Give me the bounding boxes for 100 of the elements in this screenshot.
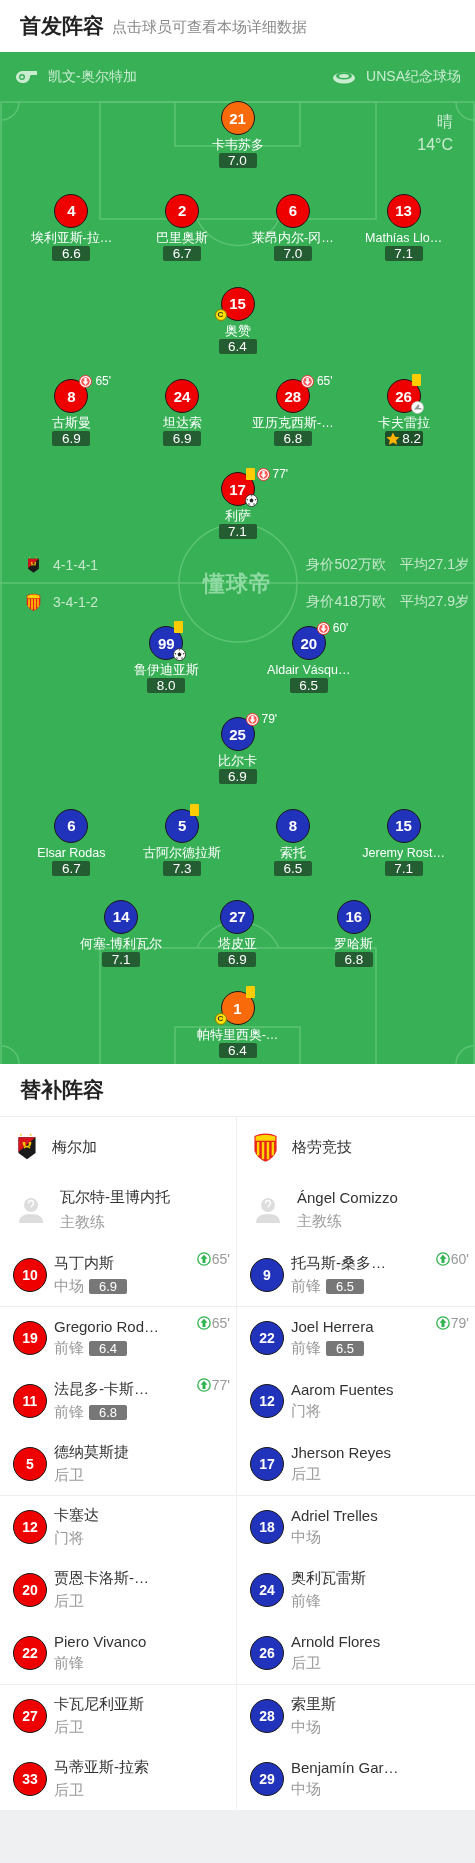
player-name: 马蒂亚斯-拉索 [54, 1757, 149, 1777]
pitch-logo: 懂球帝 [203, 570, 272, 598]
player-name: 卡韦苏多 [211, 137, 264, 153]
team-name: 格劳竞技 [292, 1137, 352, 1157]
player-name: 巴里奥斯 [156, 229, 209, 246]
player-marker[interactable]: 33 [13, 1761, 47, 1796]
player-marker[interactable]: 11 [13, 1383, 47, 1418]
coach-name: Ángel Comizzo [297, 1189, 398, 1206]
player-name: 索里斯 [291, 1695, 336, 1714]
player-rating: 6.5 [289, 678, 328, 693]
player-rating: 6.4 [218, 338, 257, 354]
market-value: 身价418万欧 [306, 593, 386, 611]
player-rating: 6.5 [326, 1341, 364, 1356]
substitution-in-icon [435, 1252, 450, 1266]
player-marker[interactable]: 21 [220, 101, 255, 135]
player-position: 门将 [291, 1401, 321, 1421]
player-marker[interactable]: 6 [54, 808, 89, 843]
substitution-minute: 79' [450, 1315, 469, 1331]
referee-name: 凯文-奥尔特加 [48, 67, 137, 86]
substitution-in-icon [435, 1316, 450, 1330]
player-marker[interactable]: 5 [13, 1446, 47, 1481]
player-marker[interactable]: 5 [165, 808, 200, 843]
player-rating: 7.3 [163, 860, 202, 876]
player-rating: 6.4 [218, 1043, 257, 1058]
player-marker[interactable]: 15 [386, 808, 421, 843]
market-value: 身价502万欧 [306, 556, 386, 574]
player-marker[interactable]: 8 [54, 379, 89, 414]
player-rating: 6.5 [326, 1278, 364, 1294]
player-marker[interactable]: 22 [13, 1635, 47, 1670]
captain-badge: C [214, 1013, 227, 1025]
player-name: 古斯曼 [51, 415, 91, 432]
player-rating: 7.1 [384, 860, 423, 876]
player-marker[interactable]: 16 [336, 899, 371, 934]
player-name: 卡夫雷拉 [377, 415, 430, 432]
player-position: 后卫 [54, 1465, 84, 1485]
substitution-in-icon [196, 1378, 211, 1392]
player-position: 后卫 [291, 1464, 321, 1484]
player-position: 后卫 [54, 1591, 84, 1611]
player-marker[interactable]: 27 [13, 1699, 47, 1733]
player-name: 奥利瓦雷斯 [291, 1568, 366, 1588]
person-icon [253, 1195, 283, 1225]
team-logo [253, 1131, 278, 1163]
player-name: 比尔卡 [218, 753, 257, 770]
player-name: 鲁伊迪亚斯 [133, 662, 199, 678]
player-name: Benjamín Gar… [291, 1758, 399, 1776]
player-marker[interactable]: 6 [275, 193, 310, 228]
player-marker[interactable]: 20 [291, 626, 326, 660]
player-marker[interactable]: 2 [165, 193, 200, 228]
player-marker[interactable]: 28 [250, 1699, 284, 1733]
player-position: 中场 [291, 1528, 321, 1547]
player-marker[interactable]: 29 [250, 1761, 284, 1796]
player-marker[interactable]: 9 [250, 1257, 284, 1292]
weather-text: 晴 [437, 112, 453, 132]
player-marker[interactable]: 12 [250, 1383, 284, 1418]
player-marker[interactable]: 17 [250, 1446, 284, 1481]
player-marker[interactable]: 28 [275, 379, 310, 414]
player-marker[interactable]: 24 [165, 379, 200, 414]
player-name: 马丁内斯 [54, 1253, 115, 1273]
player-rating: 6.7 [163, 245, 202, 261]
formation-text: 3-4-1-2 [53, 594, 100, 610]
player-marker[interactable]: 14 [104, 899, 139, 934]
player-rating: 6.9 [52, 431, 91, 447]
player-marker[interactable]: 22 [250, 1321, 284, 1355]
player-marker[interactable]: 18 [250, 1510, 284, 1544]
player-name: Aldair Vásqu… [267, 662, 351, 678]
player-position: 前锋 [291, 1276, 321, 1296]
player-marker[interactable]: 19 [13, 1321, 47, 1355]
coach-name: 瓦尔特-里博内托 [60, 1188, 170, 1207]
substitution-out-icon [300, 374, 314, 388]
player-rating: 7.1 [102, 951, 141, 967]
player-position: 前锋 [54, 1339, 84, 1358]
player-marker[interactable]: 25 [220, 717, 255, 752]
player-marker[interactable]: 20 [13, 1572, 47, 1607]
player-marker[interactable]: 13 [386, 193, 421, 228]
substitution-minute: 65' [95, 374, 111, 389]
player-rating: 6.8 [334, 951, 373, 967]
player-marker[interactable]: 10 [13, 1257, 47, 1292]
player-rating: 6.5 [273, 860, 312, 876]
player-rating: 6.9 [163, 431, 202, 447]
whistle-icon [14, 69, 38, 84]
player-marker[interactable]: 12 [13, 1510, 47, 1544]
player-marker[interactable]: 24 [250, 1572, 284, 1607]
substitution-out-icon [245, 712, 259, 726]
player-name: 埃利亚斯-拉… [30, 229, 113, 246]
player-marker[interactable]: 27 [220, 899, 255, 934]
player-marker[interactable]: 4 [54, 193, 89, 228]
player-position: 中场 [291, 1779, 321, 1799]
player-rating: 6.8 [89, 1404, 127, 1420]
player-rating: 6.4 [89, 1341, 127, 1356]
player-position: 门将 [54, 1529, 84, 1548]
player-name: 帕特里西奥-… [196, 1027, 279, 1043]
player-marker[interactable]: 8 [275, 808, 310, 843]
substitution-minute: 65' [211, 1251, 230, 1267]
player-name: Aarom Fuentes [291, 1380, 394, 1398]
player-name: Adriel Trelles [291, 1507, 378, 1524]
player-name: Elsar Rodas [37, 844, 106, 861]
player-rating: 6.8 [273, 431, 312, 447]
substitution-minute: 65' [316, 374, 333, 389]
player-marker[interactable]: 26 [250, 1635, 284, 1670]
player-name: 德纳莫斯捷 [54, 1442, 129, 1462]
